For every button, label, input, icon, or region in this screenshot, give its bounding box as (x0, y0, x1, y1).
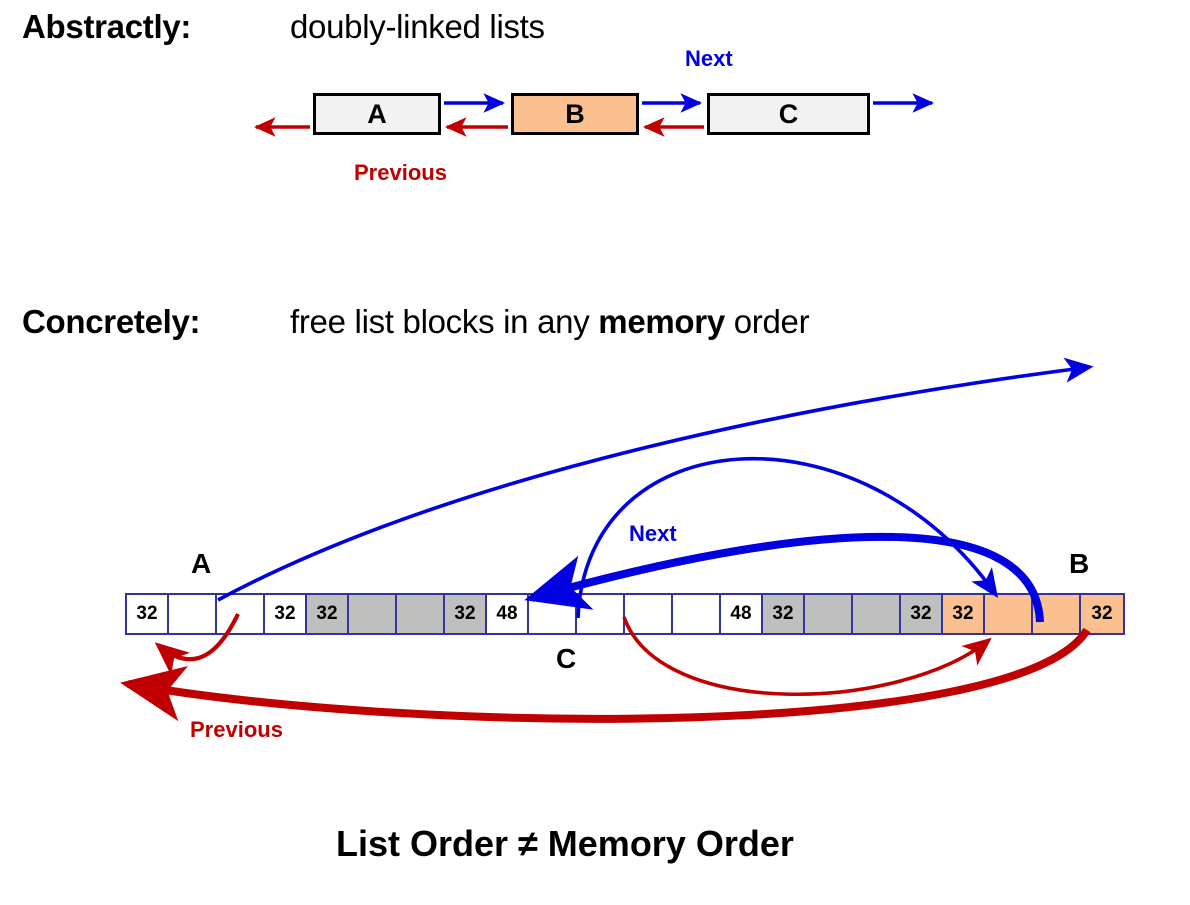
memory-cell: 48 (721, 595, 763, 633)
memory-cell (577, 595, 625, 633)
bottom-title: List Order ≠ Memory Order (336, 823, 794, 864)
memory-cell: 32 (445, 595, 487, 633)
abstract-node-c: C (707, 93, 870, 135)
memory-cell (169, 595, 217, 633)
previous-curve-b-to-left (120, 627, 1091, 723)
abstract-previous-label: Previous (354, 160, 447, 185)
memory-cell: 32 (127, 595, 169, 633)
memory-cell: 32 (307, 595, 349, 633)
abstract-node-c-label: C (778, 98, 799, 129)
memory-cell: 32 (763, 595, 805, 633)
memory-cell: 32 (1081, 595, 1123, 633)
memory-cell (985, 595, 1033, 633)
concrete-previous-label: Previous (190, 717, 283, 742)
abstract-node-a: A (313, 93, 441, 135)
next-curve-a-to-right (217, 357, 1094, 602)
arrows-layer (120, 93, 1094, 723)
memory-cell (853, 595, 901, 633)
abstract-node-b-label: B (565, 98, 585, 129)
concrete-block-label-b: B (1069, 548, 1090, 579)
abstract-node-b: B (511, 93, 639, 135)
memory-cell: 32 (265, 595, 307, 633)
memory-cell (397, 595, 445, 633)
concretely-caption-post: order (724, 303, 810, 340)
concrete-block-label-c: C (556, 643, 577, 674)
concrete-block-label-a: A (191, 548, 212, 579)
abstract-node-a-label: A (367, 98, 387, 129)
memory-cell (805, 595, 853, 633)
concrete-next-label: Next (629, 521, 677, 546)
memory-cell: 32 (943, 595, 985, 633)
memory-cell (673, 595, 721, 633)
concretely-label: Concretely: (22, 303, 201, 340)
abstractly-label: Abstractly: (22, 8, 192, 45)
concretely-caption-bold: memory (598, 303, 725, 340)
memory-cell: 48 (487, 595, 529, 633)
concretely-caption: free list blocks in any memory order (290, 303, 810, 341)
memory-cell: 32 (901, 595, 943, 633)
memory-cell (529, 595, 577, 633)
memory-cell (625, 595, 673, 633)
memory-strip: 32 32 32 32 48 48 32 32 32 32 (125, 593, 1125, 635)
abstractly-caption: doubly-linked lists (290, 8, 545, 45)
abstract-next-label: Next (685, 46, 733, 71)
memory-cell (217, 595, 265, 633)
memory-cell (1033, 595, 1081, 633)
concretely-caption-pre: free list blocks in any (290, 303, 599, 340)
memory-cell (349, 595, 397, 633)
